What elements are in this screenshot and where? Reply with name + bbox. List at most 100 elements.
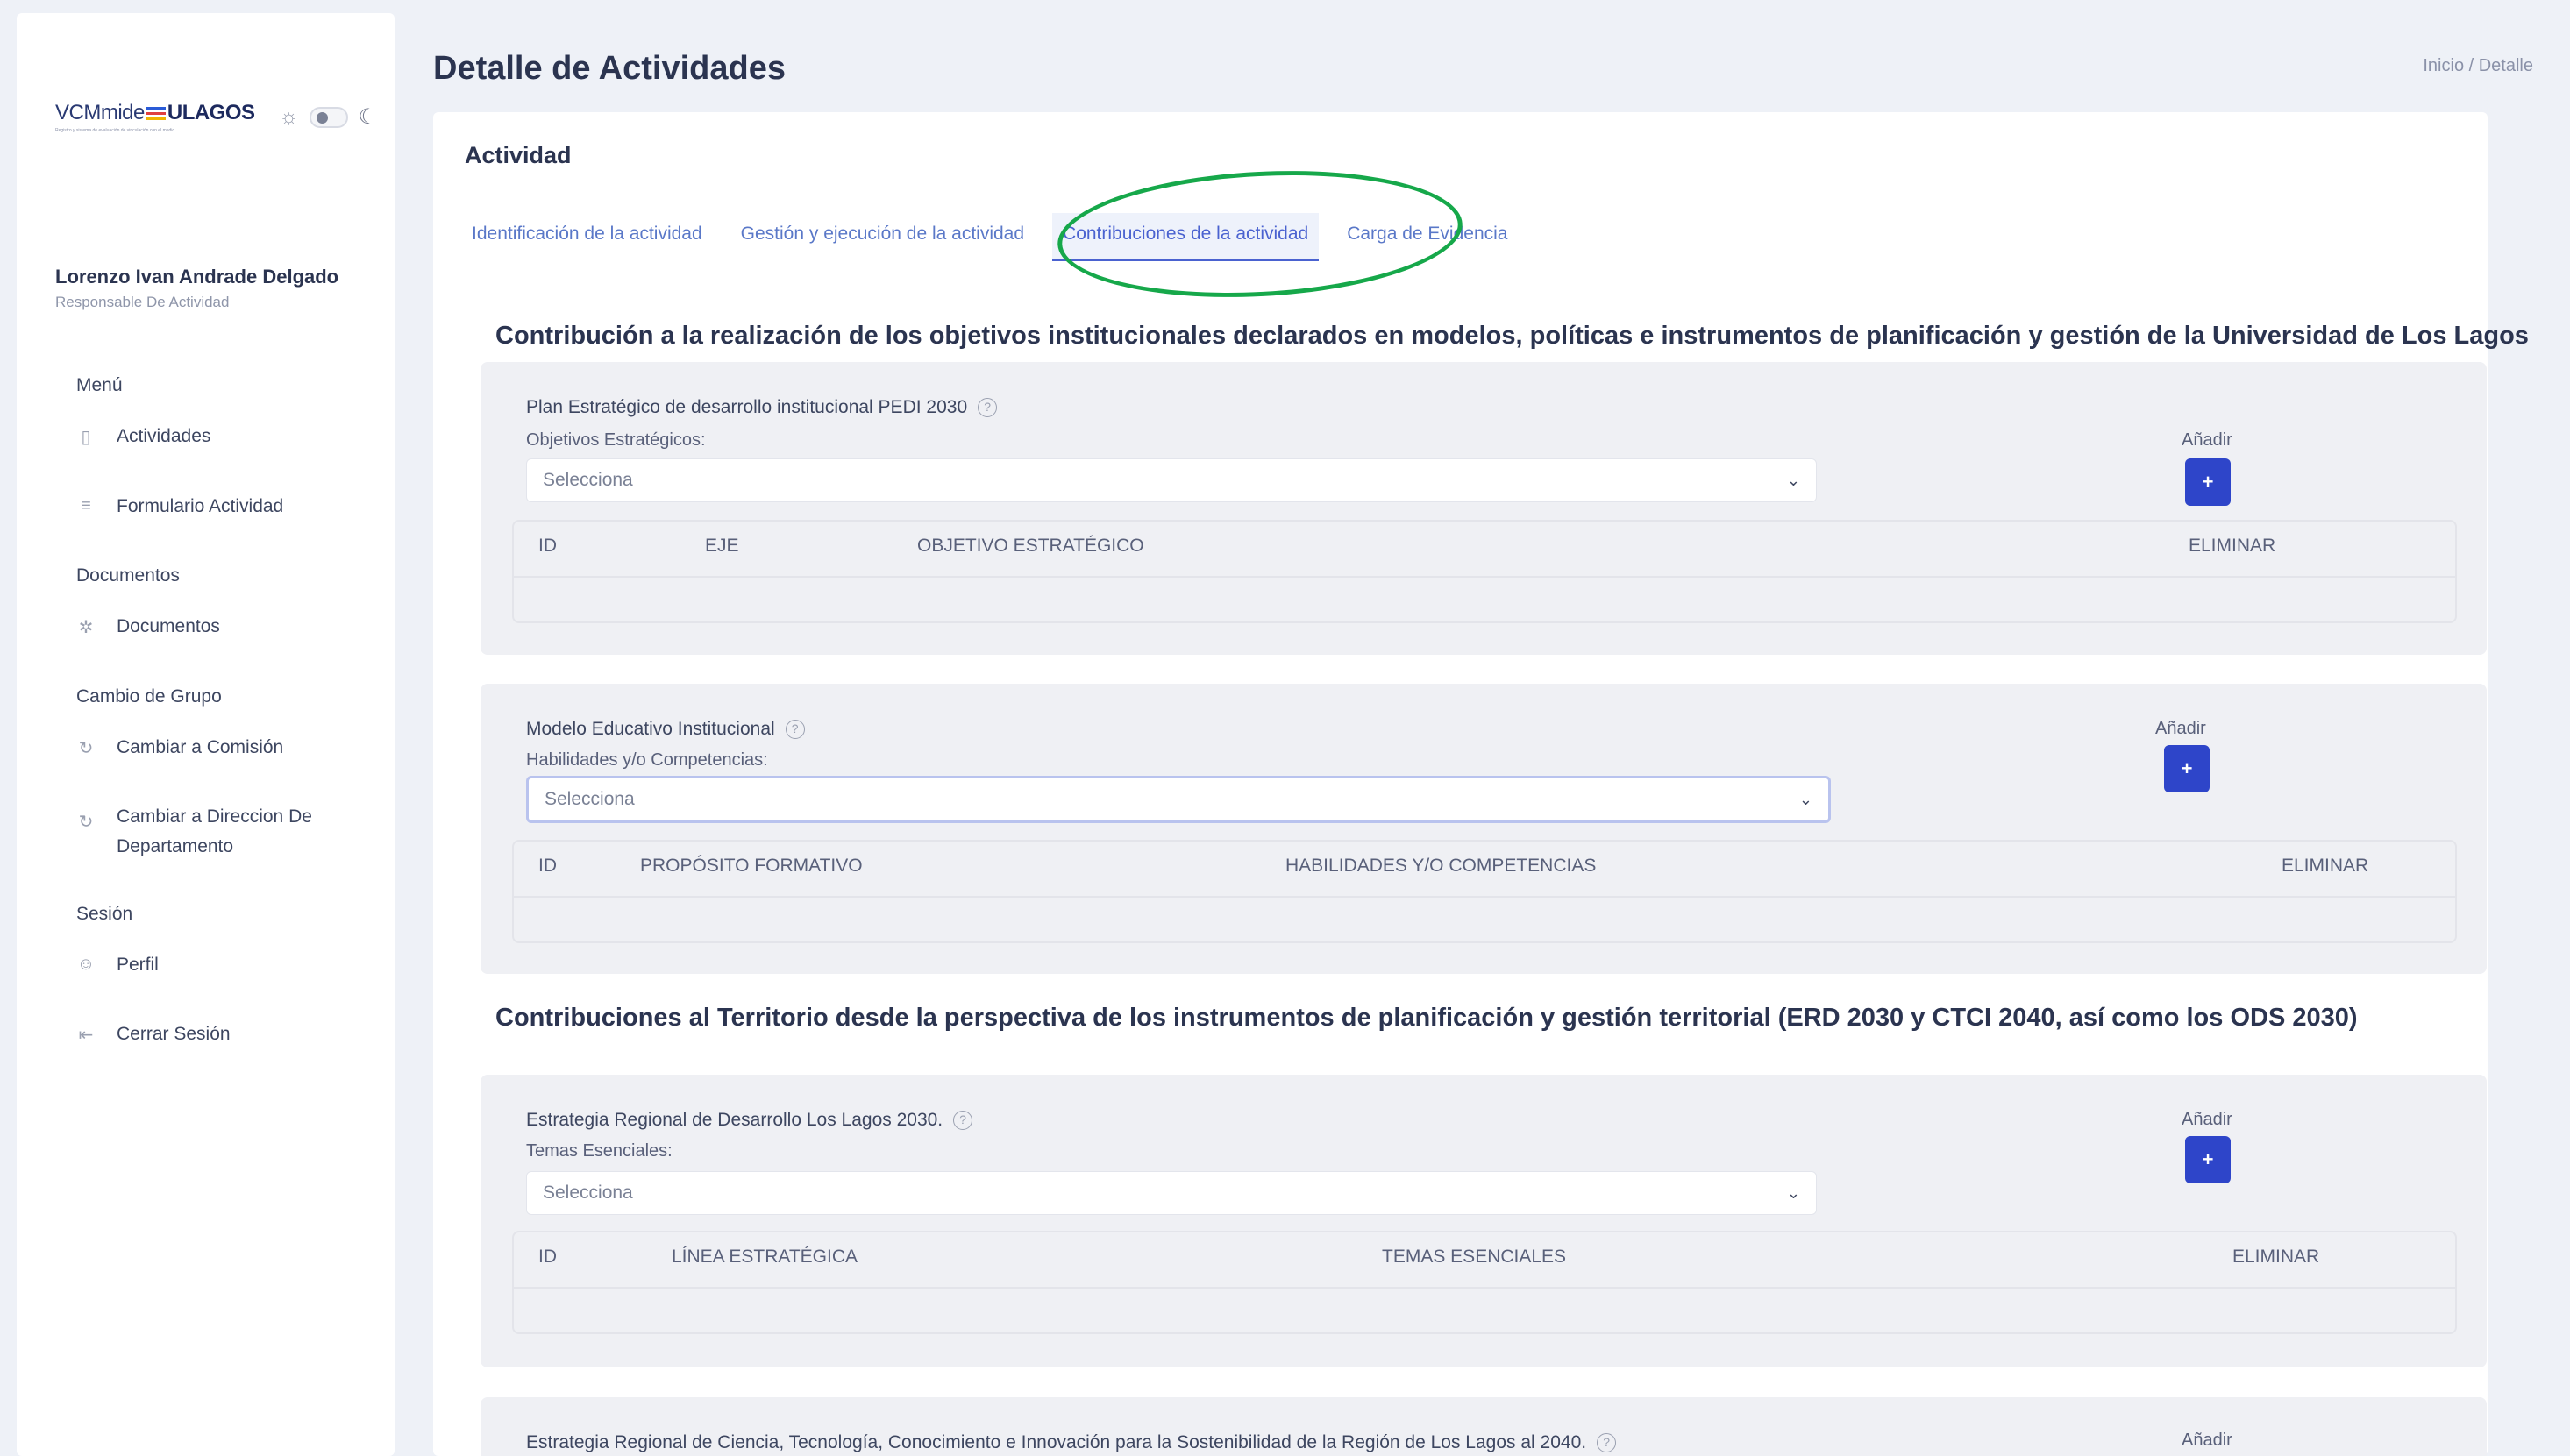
sidebar-item-label: Cerrar Sesión [117,1024,231,1044]
table-divider [514,576,2455,578]
sidebar-item-cerrar-sesion[interactable]: ⇤ Cerrar Sesión [76,1024,392,1046]
table-header-proposito: PROPÓSITO FORMATIVO [640,856,863,876]
table-header-objetivo: OBJETIVO ESTRATÉGICO [917,536,1144,556]
logo-brand: ULAGOS [167,101,255,124]
tab-carga-evidencia[interactable]: Carga de Evidencia [1336,213,1518,261]
sun-icon: ☼ [279,104,299,129]
ctci-label: Estrategia Regional de Ciencia, Tecnolog… [526,1432,1587,1452]
add-label: Añadir [2182,1431,2232,1450]
sidebar-item-label: Formulario Actividad [117,496,284,516]
sidebar-item-perfil[interactable]: ☺ Perfil [76,955,392,976]
user-role: Responsable De Actividad [55,294,230,310]
tab-contribuciones[interactable]: Contribuciones de la actividad [1052,213,1320,261]
life-ring-icon: ✲ [78,618,94,637]
breadcrumb[interactable]: Inicio / Detalle [2423,56,2533,76]
refresh-icon: ↻ [78,739,94,758]
table-header-linea: LÍNEA ESTRATÉGICA [672,1246,858,1267]
section-title-menu: Menú [76,375,123,395]
modelo-sub: Habilidades y/o Competencias: [526,750,768,770]
modelo-label: Modelo Educativo Institucional [526,719,775,739]
help-icon[interactable]: ? [978,398,998,418]
add-button[interactable]: + [2164,745,2210,792]
sidebar-item-label: Cambiar a Direccion De Departamento [117,806,312,856]
sidebar-item-label: Cambiar a Comisión [117,737,284,757]
section-title-sesion: Sesión [76,904,133,924]
logout-icon: ⇤ [78,1026,94,1045]
clipboard-icon: ▯ [81,428,91,447]
modelo-table: ID PROPÓSITO FORMATIVO HABILIDADES Y/O C… [512,840,2457,943]
theme-toggle: ☼ ☾ [280,104,378,130]
tab-gestion[interactable]: Gestión y ejecución de la actividad [730,213,1035,261]
table-header-id: ID [538,1246,557,1267]
erd-label: Estrategia Regional de Desarrollo Los La… [526,1110,943,1130]
pedi-label: Plan Estratégico de desarrollo instituci… [526,397,968,417]
territorial-heading: Contribuciones al Territorio desde la pe… [495,1004,2358,1032]
sidebar-item-cambiar-direccion[interactable]: ↻ Cambiar a Direccion De Departamento [76,802,392,862]
pedi-table: ID EJE OBJETIVO ESTRATÉGICO ELIMINAR [512,520,2457,623]
add-label: Añadir [2182,430,2232,450]
sidebar-item-label: Documentos [117,616,220,636]
table-divider [514,1287,2455,1289]
sidebar-item-label: Actividades [117,426,211,446]
logo-bars-icon [146,106,166,121]
panel-label: Estrategia Regional de Desarrollo Los La… [526,1110,973,1131]
help-icon[interactable]: ? [785,720,805,740]
table-header-id: ID [538,856,557,876]
logo-text: VCMmide [55,101,145,124]
user-circle-icon: ☺ [76,955,96,974]
table-header-eliminar: ELIMINAR [2282,856,2369,876]
panel-label: Plan Estratégico de desarrollo instituci… [526,397,998,418]
logo-main: VCMmide ULAGOS [55,101,255,125]
sidebar: VCMmide ULAGOS Registro y sistema de eval… [17,13,395,1456]
add-button[interactable]: + [2185,458,2231,506]
habilidades-select[interactable]: Selecciona ⌄ [526,776,1831,823]
select-value: Selecciona [543,1183,633,1203]
chevron-down-icon: ⌄ [1786,1183,1800,1202]
objetivos-select[interactable]: Selecciona ⌄ [526,458,1817,502]
panel-erd: Estrategia Regional de Desarrollo Los La… [481,1075,2487,1367]
section-title-documentos: Documentos [76,565,180,586]
panel-label: Estrategia Regional de Ciencia, Tecnolog… [526,1432,1617,1453]
chevron-down-icon: ⌄ [1798,790,1812,808]
help-icon[interactable]: ? [1597,1433,1617,1453]
tabs: Identificación de la actividad Gestión y… [461,213,1535,261]
table-header-eliminar: ELIMINAR [2232,1246,2320,1267]
table-header-eje: EJE [705,536,739,556]
theme-switch[interactable] [309,106,348,128]
sidebar-item-formulario-actividad[interactable]: ≡ Formulario Actividad [76,496,392,517]
select-value: Selecciona [543,470,633,490]
add-button[interactable]: + [2185,1136,2231,1183]
sidebar-item-cambiar-comision[interactable]: ↻ Cambiar a Comisión [76,737,392,759]
panel-label: Modelo Educativo Institucional? [526,719,805,740]
moon-icon: ☾ [358,105,378,129]
tab-identificacion[interactable]: Identificación de la actividad [461,213,713,261]
table-header-temas: TEMAS ESENCIALES [1382,1246,1567,1267]
select-value: Selecciona [545,789,635,809]
erd-table: ID LÍNEA ESTRATÉGICA TEMAS ESENCIALES EL… [512,1231,2457,1334]
panel-modelo: Modelo Educativo Institucional? Habilida… [481,684,2487,974]
add-label: Añadir [2155,719,2206,738]
table-divider [514,896,2455,898]
temas-select[interactable]: Selecciona ⌄ [526,1171,1817,1215]
sidebar-item-label: Perfil [117,955,159,975]
card-title: Actividad [465,142,572,168]
institutional-heading: Contribución a la realización de los obj… [495,322,2529,350]
sidebar-item-actividades[interactable]: ▯ Actividades [76,426,392,448]
sidebar-item-documentos[interactable]: ✲ Documentos [76,616,392,638]
list-icon: ≡ [81,496,91,515]
logo-row: VCMmide ULAGOS Registro y sistema de eval… [55,101,377,133]
add-label: Añadir [2182,1110,2232,1129]
panel-ctci: Estrategia Regional de Ciencia, Tecnolog… [481,1397,2487,1456]
logo-tagline: Registro y sistema de evaluación de vinc… [55,128,175,133]
help-icon[interactable]: ? [953,1111,973,1131]
user-info: Lorenzo Ivan Andrade Delgado Responsable… [55,266,338,311]
section-title-cambio-grupo: Cambio de Grupo [76,686,222,707]
sidebar-menu: Menú ▯ Actividades ≡ Formulario Activida… [76,375,392,1094]
pedi-sub: Objetivos Estratégicos: [526,430,706,450]
table-header-id: ID [538,536,557,556]
chevron-down-icon: ⌄ [1786,471,1800,489]
table-header-eliminar: ELIMINAR [2189,536,2276,556]
user-name: Lorenzo Ivan Andrade Delgado [55,266,339,288]
refresh-icon: ↻ [78,813,94,832]
logo[interactable]: VCMmide ULAGOS Registro y sistema de eval… [55,101,255,133]
